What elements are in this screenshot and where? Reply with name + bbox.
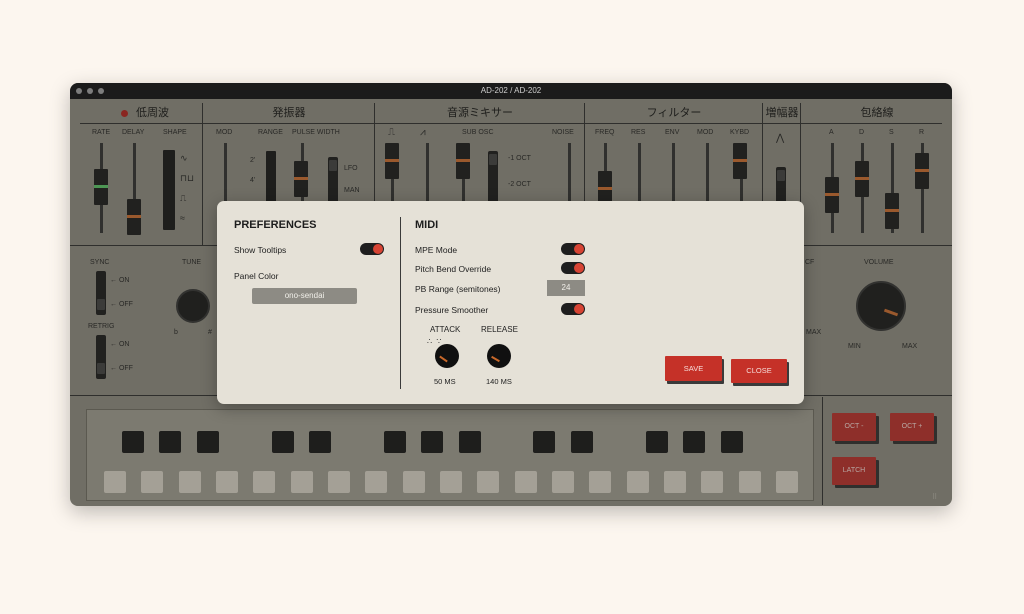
zoom-window-icon[interactable]	[98, 88, 104, 94]
attack-value: 50 MS	[434, 377, 456, 386]
minimize-window-icon[interactable]	[87, 88, 93, 94]
pressure-smoother-label: Pressure Smoother	[415, 305, 489, 315]
preferences-dialog: PREFERENCES Show Tooltips Panel Color on…	[217, 201, 804, 404]
pitch-bend-toggle[interactable]	[561, 262, 585, 274]
attack-label: ATTACK	[430, 325, 461, 334]
release-knob[interactable]	[487, 344, 511, 368]
show-tooltips-label: Show Tooltips	[234, 245, 287, 255]
pressure-smoother-toggle[interactable]	[561, 303, 585, 315]
close-window-icon[interactable]	[76, 88, 82, 94]
show-tooltips-toggle[interactable]	[360, 243, 384, 255]
dialog-divider	[400, 217, 401, 389]
panel-color-select[interactable]: ono-sendai	[252, 288, 357, 304]
release-value: 140 MS	[486, 377, 512, 386]
attack-indicator	[439, 355, 448, 363]
window-title: AD-202 / AD-202	[480, 86, 542, 95]
pb-range-input[interactable]: 24	[547, 280, 585, 296]
attack-knob[interactable]	[435, 344, 459, 368]
mpe-mode-label: MPE Mode	[415, 245, 458, 255]
pb-range-label: PB Range (semitones)	[415, 284, 501, 294]
pitch-bend-label: Pitch Bend Override	[415, 264, 492, 274]
close-button[interactable]: CLOSE	[731, 359, 787, 383]
save-button[interactable]: SAVE	[665, 356, 722, 381]
panel-color-label: Panel Color	[234, 271, 279, 281]
preferences-title: PREFERENCES	[234, 219, 317, 231]
release-label: RELEASE	[481, 325, 518, 334]
midi-title: MIDI	[415, 219, 439, 231]
title-bar: AD-202 / AD-202	[70, 83, 952, 99]
mpe-mode-toggle[interactable]	[561, 243, 585, 255]
release-indicator	[491, 355, 500, 363]
